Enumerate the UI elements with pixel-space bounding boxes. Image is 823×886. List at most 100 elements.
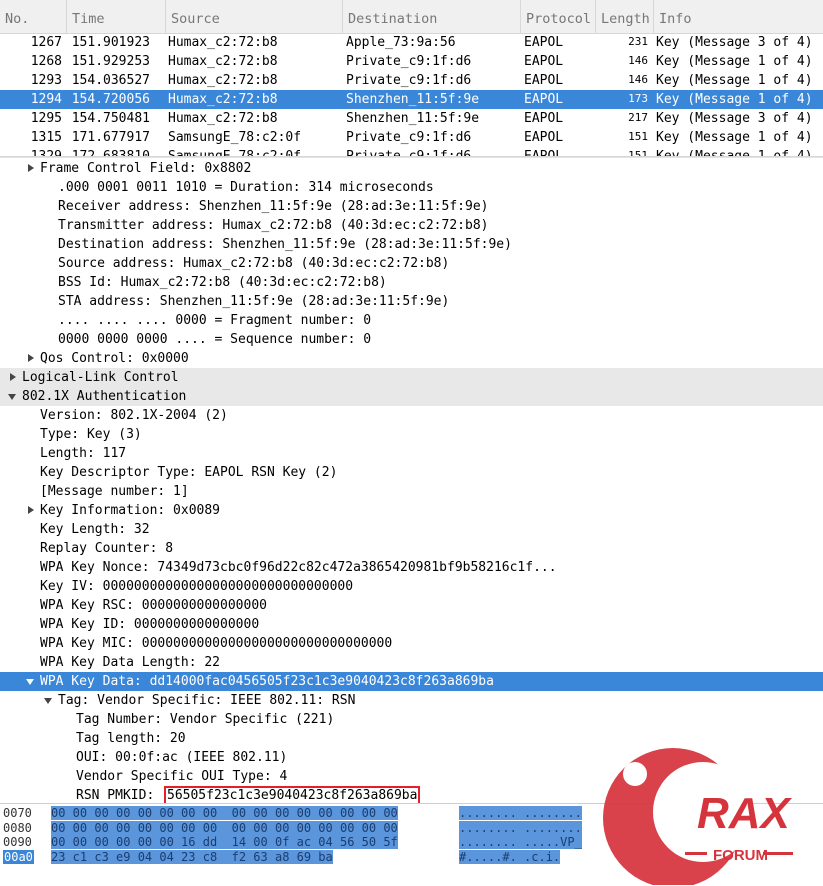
collapse-arrow-icon[interactable] — [44, 691, 54, 710]
cell-no: 1315 — [30, 130, 62, 145]
detail-row[interactable]: Key IV: 00000000000000000000000000000000 — [0, 577, 823, 596]
detail-row[interactable]: WPA Key Nonce: 74349d73cbc0f96d22c82c472… — [0, 558, 823, 577]
cell-protocol: EAPOL — [524, 92, 564, 107]
bytes-ascii: ........ ........ — [459, 806, 582, 820]
cell-time: 154.720056 — [71, 92, 150, 107]
detail-row[interactable]: BSS Id: Humax_c2:72:b8 (40:3d:ec:c2:72:b… — [0, 273, 823, 292]
detail-text: Receiver address: Shenzhen_11:5f:9e (28:… — [58, 199, 489, 214]
detail-text: Source address: Humax_c2:72:b8 (40:3d:ec… — [58, 256, 450, 271]
cell-destination: Private_c9:1f:d6 — [346, 73, 472, 88]
detail-row[interactable]: Key Length: 32 — [0, 520, 823, 539]
cell-length: 151 — [628, 130, 648, 143]
cell-protocol: EAPOL — [524, 111, 564, 126]
collapse-arrow-icon[interactable] — [26, 672, 36, 691]
detail-text: 0000 0000 0000 .... = Sequence number: 0 — [58, 332, 372, 347]
cell-time: 151.929253 — [71, 54, 150, 69]
detail-row[interactable]: Type: Key (3) — [0, 425, 823, 444]
packet-row[interactable]: 1267 151.901923 Humax_c2:72:b8 Apple_73:9a:… — [0, 33, 823, 52]
crax-forum-logo: RAX FORUM — [603, 748, 793, 885]
collapse-arrow-icon[interactable] — [8, 387, 18, 406]
cell-protocol: EAPOL — [524, 54, 564, 69]
cell-no: 1293 — [30, 73, 62, 88]
detail-row[interactable]: 0000 0000 0000 .... = Sequence number: 0 — [0, 330, 823, 349]
packet-details-pane[interactable]: Frame Control Field: 0x8802 .000 0001 001… — [0, 159, 823, 803]
detail-row[interactable]: Qos Control: 0x0000 — [0, 349, 823, 368]
packet-row[interactable]: 1295 154.750481 Humax_c2:72:b8 Shenzhen_11:… — [0, 109, 823, 128]
detail-row[interactable]: Destination address: Shenzhen_11:5f:9e (… — [0, 235, 823, 254]
column-header-length[interactable]: Length — [595, 0, 653, 33]
detail-row[interactable]: .... .... .... 0000 = Fragment number: 0 — [0, 311, 823, 330]
packet-row[interactable]: 1315 171.677917 SamsungE_78:c2:0f Private_c… — [0, 128, 823, 147]
column-header-info[interactable]: Info — [653, 0, 823, 33]
logo-sub-text: FORUM — [713, 847, 768, 864]
packet-row[interactable]: 1293 154.036527 Humax_c2:72:b8 Private_c9:1… — [0, 71, 823, 90]
expand-arrow-icon[interactable] — [26, 501, 36, 520]
bytes-hex: 00 00 00 00 00 00 16 dd 14 00 0f ac 04 5… — [51, 835, 398, 849]
bytes-offset: 00a0 — [3, 849, 34, 864]
cell-destination: Private_c9:1f:d6 — [346, 54, 472, 69]
cell-no: 1294 — [30, 92, 62, 107]
expand-arrow-icon[interactable] — [8, 368, 18, 387]
detail-row[interactable]: WPA Key Data Length: 22 — [0, 653, 823, 672]
detail-text: WPA Key Data: dd14000fac0456505f23c1c3e9… — [40, 674, 494, 689]
detail-text: WPA Key RSC: 0000000000000000 — [40, 598, 267, 613]
detail-row[interactable]: Tag Number: Vendor Specific (221) — [0, 710, 823, 729]
detail-row[interactable]: Length: 117 — [0, 444, 823, 463]
detail-row[interactable]: Key Information: 0x0089 — [0, 501, 823, 520]
pane-splitter[interactable] — [0, 156, 823, 158]
cell-info: Key (Message 1 of 4) — [656, 54, 813, 69]
detail-text: Transmitter address: Humax_c2:72:b8 (40:… — [58, 218, 489, 233]
bytes-ascii: ........ ........ — [459, 820, 582, 835]
detail-text: Tag length: 20 — [76, 731, 186, 746]
detail-row[interactable]: 802.1X Authentication — [0, 387, 823, 406]
detail-text: Qos Control: 0x0000 — [40, 351, 189, 366]
column-header-no[interactable]: No. — [0, 0, 66, 33]
detail-text: Tag: Vendor Specific: IEEE 802.11: RSN — [58, 693, 356, 708]
detail-row[interactable]: Source address: Humax_c2:72:b8 (40:3d:ec… — [0, 254, 823, 273]
column-header-destination[interactable]: Destination — [342, 0, 520, 33]
detail-row[interactable]: Version: 802.1X-2004 (2) — [0, 406, 823, 425]
detail-text: .... .... .... 0000 = Fragment number: 0 — [58, 313, 372, 328]
detail-row[interactable]: WPA Key MIC: 000000000000000000000000000… — [0, 634, 823, 653]
detail-row[interactable]: .000 0001 0011 1010 = Duration: 314 micr… — [0, 178, 823, 197]
cell-time: 151.901923 — [71, 35, 150, 50]
column-header-protocol[interactable]: Protocol — [520, 0, 595, 33]
packet-row[interactable]: 1268 151.929253 Humax_c2:72:b8 Private_c9:1… — [0, 52, 823, 71]
cell-length: 173 — [628, 92, 648, 105]
detail-row[interactable]: STA address: Shenzhen_11:5f:9e (28:ad:3e… — [0, 292, 823, 311]
detail-text: BSS Id: Humax_c2:72:b8 (40:3d:ec:c2:72:b… — [58, 275, 387, 290]
detail-text: Tag Number: Vendor Specific (221) — [76, 712, 335, 727]
cell-time: 154.750481 — [71, 111, 150, 126]
detail-text: Destination address: Shenzhen_11:5f:9e (… — [58, 237, 512, 252]
cell-length: 217 — [628, 111, 648, 124]
detail-row[interactable]: Frame Control Field: 0x8802 — [0, 159, 823, 178]
detail-text: [Message number: 1] — [40, 484, 189, 499]
detail-row[interactable]: Receiver address: Shenzhen_11:5f:9e (28:… — [0, 197, 823, 216]
detail-row[interactable]: WPA Key RSC: 0000000000000000 — [0, 596, 823, 615]
bytes-offset: 0090 — [3, 835, 32, 849]
detail-row[interactable]: Replay Counter: 8 — [0, 539, 823, 558]
cell-source: Humax_c2:72:b8 — [168, 35, 278, 50]
column-header-time[interactable]: Time — [66, 0, 165, 33]
cell-no: 1267 — [30, 35, 62, 50]
expand-arrow-icon[interactable] — [26, 349, 36, 368]
bytes-ascii: ........ .....VP_ — [459, 835, 582, 849]
detail-row[interactable]: [Message number: 1] — [0, 482, 823, 501]
detail-row[interactable]: WPA Key Data: dd14000fac0456505f23c1c3e9… — [0, 672, 823, 691]
column-header-source[interactable]: Source — [165, 0, 342, 33]
bytes-offset: 0080 — [3, 820, 32, 835]
detail-row[interactable]: Tag: Vendor Specific: IEEE 802.11: RSN — [0, 691, 823, 710]
expand-arrow-icon[interactable] — [26, 159, 36, 178]
packet-list-pane[interactable]: No. Time Source Destination Protocol Len… — [0, 0, 823, 158]
detail-row[interactable]: WPA Key ID: 0000000000000000 — [0, 615, 823, 634]
detail-text: Frame Control Field: 0x8802 — [40, 161, 252, 176]
detail-text: OUI: 00:0f:ac (IEEE 802.11) — [76, 750, 288, 765]
detail-row[interactable]: Logical-Link Control — [0, 368, 823, 387]
detail-row[interactable]: Key Descriptor Type: EAPOL RSN Key (2) — [0, 463, 823, 482]
cell-length: 146 — [628, 54, 648, 67]
detail-text: Length: 117 — [40, 446, 127, 461]
detail-row[interactable]: Transmitter address: Humax_c2:72:b8 (40:… — [0, 216, 823, 235]
detail-text: Version: 802.1X-2004 (2) — [40, 408, 228, 423]
packet-row[interactable]: 1294 154.720056 Humax_c2:72:b8 Shenzhen_11:… — [0, 90, 823, 109]
cell-source: Humax_c2:72:b8 — [168, 111, 278, 126]
